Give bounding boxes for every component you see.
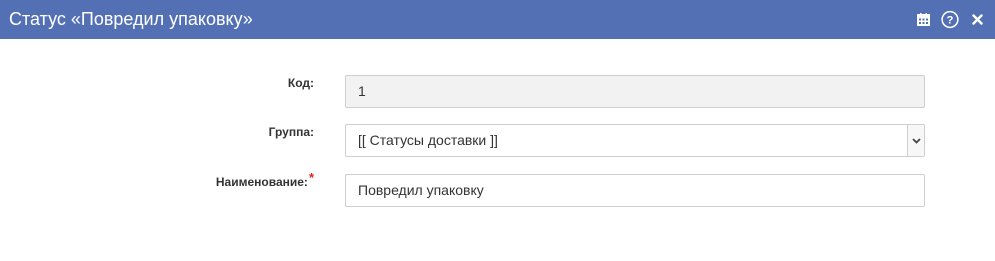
status-form: Код: 1 Группа: [[ Статусы доставки ]] На… — [0, 39, 995, 261]
chevron-down-icon[interactable] — [907, 125, 924, 156]
name-value: Повредил упаковку — [358, 182, 484, 198]
code-label: Код: — [287, 76, 314, 90]
dialog-titlebar: Статус «Повредил упаковку» ? — [0, 0, 995, 39]
titlebar-actions: ? — [914, 9, 986, 29]
group-label: Группа: — [268, 125, 314, 139]
help-icon[interactable]: ? — [941, 10, 959, 28]
name-label: Наименование:* — [215, 170, 314, 189]
required-mark: * — [308, 170, 314, 185]
code-field: 1 — [345, 75, 925, 108]
calendar-icon[interactable] — [914, 10, 932, 28]
code-value: 1 — [358, 83, 366, 99]
group-selected-value: [[ Статусы доставки ]] — [358, 132, 498, 148]
close-icon[interactable] — [968, 10, 986, 28]
name-input[interactable]: Повредил упаковку — [345, 174, 925, 207]
status-dialog: Статус «Повредил упаковку» ? Код: 1 Груп… — [0, 0, 995, 261]
dialog-title: Статус «Повредил упаковку» — [9, 9, 253, 29]
group-select[interactable]: [[ Статусы доставки ]] — [345, 124, 925, 157]
name-label-text: Наименование: — [215, 175, 308, 189]
svg-text:?: ? — [947, 14, 954, 26]
